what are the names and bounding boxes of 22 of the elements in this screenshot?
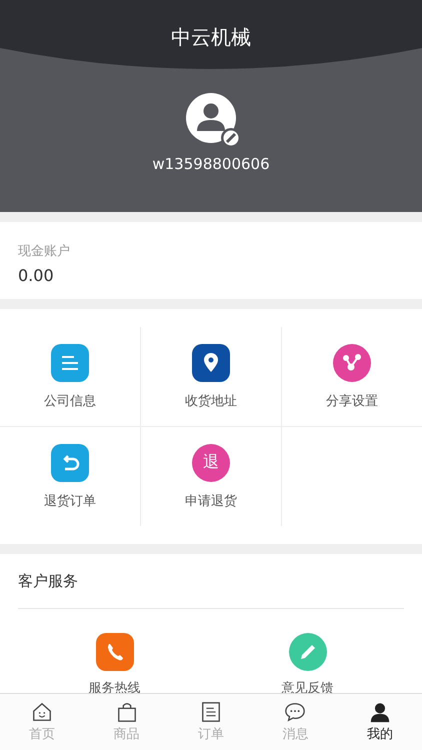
refund-badge: 退 (192, 444, 230, 482)
phone-icon (96, 633, 134, 671)
location-pin-icon (192, 344, 230, 382)
document-icon (200, 701, 222, 723)
tab-item[interactable]: 我的 (338, 694, 422, 750)
house-icon (31, 701, 54, 723)
bag-icon (116, 701, 138, 723)
pencil-icon (288, 633, 326, 671)
feature-item[interactable]: 分享设置 (282, 327, 422, 426)
feature-item[interactable]: 公司信息 (0, 327, 141, 426)
chat-bubble-icon (284, 701, 306, 723)
feature-item[interactable]: 退 申请退货 (141, 427, 282, 526)
feature-item[interactable]: 收货地址 (141, 327, 282, 426)
account-label: 现金账户 (18, 243, 71, 260)
share-icon (333, 344, 371, 382)
account-balance: 0.00 (18, 266, 55, 285)
person-icon (368, 701, 391, 723)
section-title: 客户服务 (18, 554, 404, 609)
document-lines-icon (51, 344, 89, 382)
username: w13598800606 (152, 155, 270, 173)
feature-item[interactable]: 退货订单 (0, 427, 141, 526)
page-title: 中云机械 (171, 24, 251, 51)
